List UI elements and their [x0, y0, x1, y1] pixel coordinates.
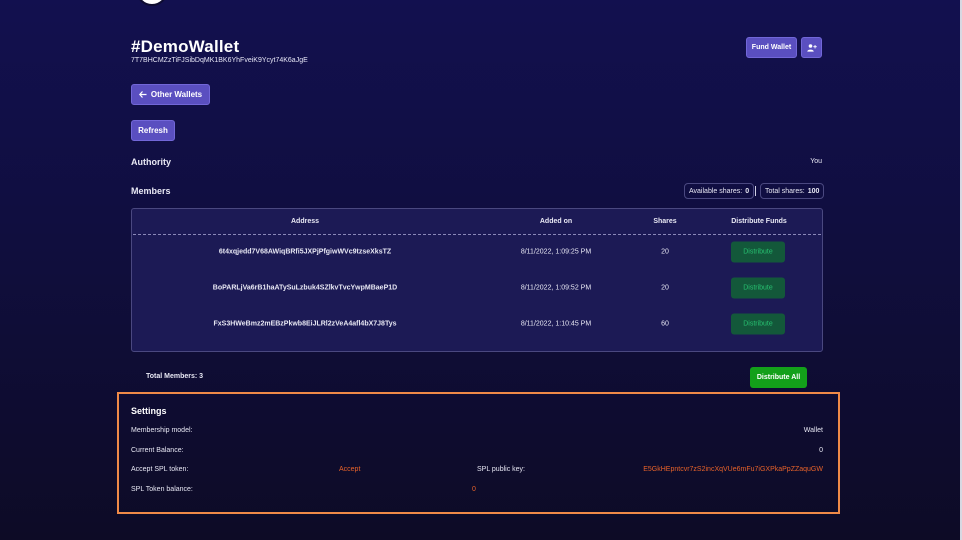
accept-spl-link[interactable]: Accept	[339, 466, 360, 473]
membership-model-value: Wallet	[803, 427, 823, 434]
member-added-on: 8/11/2022, 1:10:45 PM	[520, 320, 592, 328]
shares-divider	[755, 186, 756, 196]
available-shares-value: 0	[745, 187, 750, 195]
members-table: Address Added on Shares Distribute Funds…	[131, 208, 823, 352]
distribute-button[interactable]: Distribute	[731, 313, 785, 335]
total-shares-badge: Total shares: 100	[760, 183, 825, 199]
available-shares-label: Available shares:	[689, 187, 743, 195]
wallet-avatar	[136, 0, 168, 6]
column-header-added-on: Added on	[539, 218, 573, 225]
authority-value: You	[810, 158, 822, 165]
member-address: 6t4xqjedd7V68AWiqBRfi5JXPjPfgiwWVc9tzseX…	[218, 248, 392, 256]
user-plus-icon	[806, 43, 817, 52]
settings-title: Settings	[131, 406, 167, 416]
fund-wallet-button[interactable]: Fund Wallet	[746, 37, 797, 58]
other-wallets-label: Other Wallets	[150, 90, 203, 99]
spl-balance-value: 0	[472, 486, 476, 493]
add-member-button[interactable]	[801, 37, 822, 58]
members-label: Members	[131, 186, 171, 196]
wallet-address: 7T7BHCMZzTiFJSibDqMK1BK6YhFveiK9Ycyt74K6…	[131, 57, 308, 64]
member-shares: 20	[661, 248, 669, 256]
column-header-distribute: Distribute Funds	[731, 218, 787, 225]
column-header-shares: Shares	[653, 218, 677, 225]
column-header-address: Address	[290, 218, 320, 225]
total-members-count: Total Members: 3	[146, 373, 204, 380]
member-address: BoPARLjVa6rB1haATySuLzbuk4SZlkvTvcYwpMBa…	[212, 284, 398, 292]
settings-panel: Settings Membership model: Wallet Curren…	[117, 392, 840, 514]
member-shares: 60	[661, 320, 669, 328]
spl-balance-label: SPL Token balance:	[131, 486, 193, 493]
member-added-on: 8/11/2022, 1:09:25 PM	[520, 248, 592, 256]
total-shares-label: Total shares:	[765, 187, 805, 195]
arrow-left-icon	[138, 91, 147, 98]
distribute-button[interactable]: Distribute	[731, 277, 785, 299]
table-row: BoPARLjVa6rB1haATySuLzbuk4SZlkvTvcYwpMBa…	[132, 276, 822, 300]
wallet-title: #DemoWallet	[131, 37, 240, 56]
member-added-on: 8/11/2022, 1:09:52 PM	[520, 284, 592, 292]
spl-public-key-label: SPL public key:	[477, 466, 525, 473]
current-balance-value: 0	[819, 447, 823, 454]
total-shares-value: 100	[807, 187, 820, 195]
member-shares: 20	[661, 284, 669, 292]
membership-model-label: Membership model:	[131, 427, 193, 434]
distribute-all-button[interactable]: Distribute All	[750, 367, 807, 388]
spl-public-key-value: E5GkHEpntcvr7zS2incXqVUe6mFu7iGXPkaPpZZa…	[643, 466, 823, 473]
current-balance-label: Current Balance:	[131, 447, 184, 454]
distribute-button[interactable]: Distribute	[731, 241, 785, 263]
authority-label: Authority	[131, 157, 171, 167]
refresh-button[interactable]: Refresh	[131, 120, 175, 141]
table-row: FxS3HWeBmz2mEBzPkwb8EiJLRl2zVeA4afl4bX7J…	[132, 312, 822, 336]
table-row: 6t4xqjedd7V68AWiqBRfi5JXPjPfgiwWVc9tzseX…	[132, 240, 822, 264]
accept-spl-label: Accept SPL token:	[131, 466, 189, 473]
member-address: FxS3HWeBmz2mEBzPkwb8EiJLRl2zVeA4afl4bX7J…	[213, 320, 397, 328]
other-wallets-button[interactable]: Other Wallets	[131, 84, 210, 105]
available-shares-badge: Available shares: 0	[684, 183, 755, 199]
header-divider	[133, 234, 821, 235]
